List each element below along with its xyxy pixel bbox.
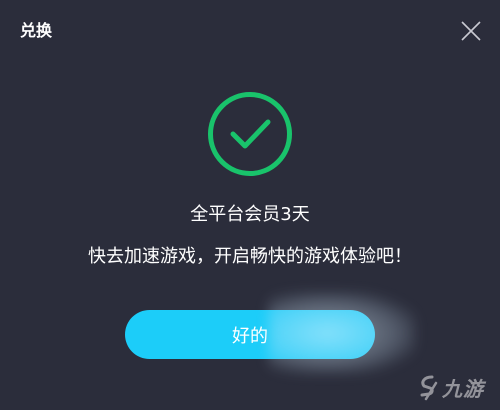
ok-button[interactable]: 好的 xyxy=(125,310,375,359)
watermark-text: 九游 xyxy=(442,377,484,401)
watermark-logo-icon xyxy=(420,375,438,400)
check-circle-icon xyxy=(207,91,293,177)
redeem-dialog: 兑换 全平台会员3天 快去加速游戏，开启畅快的游戏体验吧！ 好的 九游 xyxy=(0,0,500,410)
result-message: 快去加速游戏，开启畅快的游戏体验吧！ xyxy=(88,246,412,267)
dialog-title: 兑换 xyxy=(20,21,53,40)
watermark: 九游 xyxy=(418,373,484,402)
reward-text: 全平台会员3天 xyxy=(190,204,310,225)
close-icon[interactable] xyxy=(460,20,482,42)
